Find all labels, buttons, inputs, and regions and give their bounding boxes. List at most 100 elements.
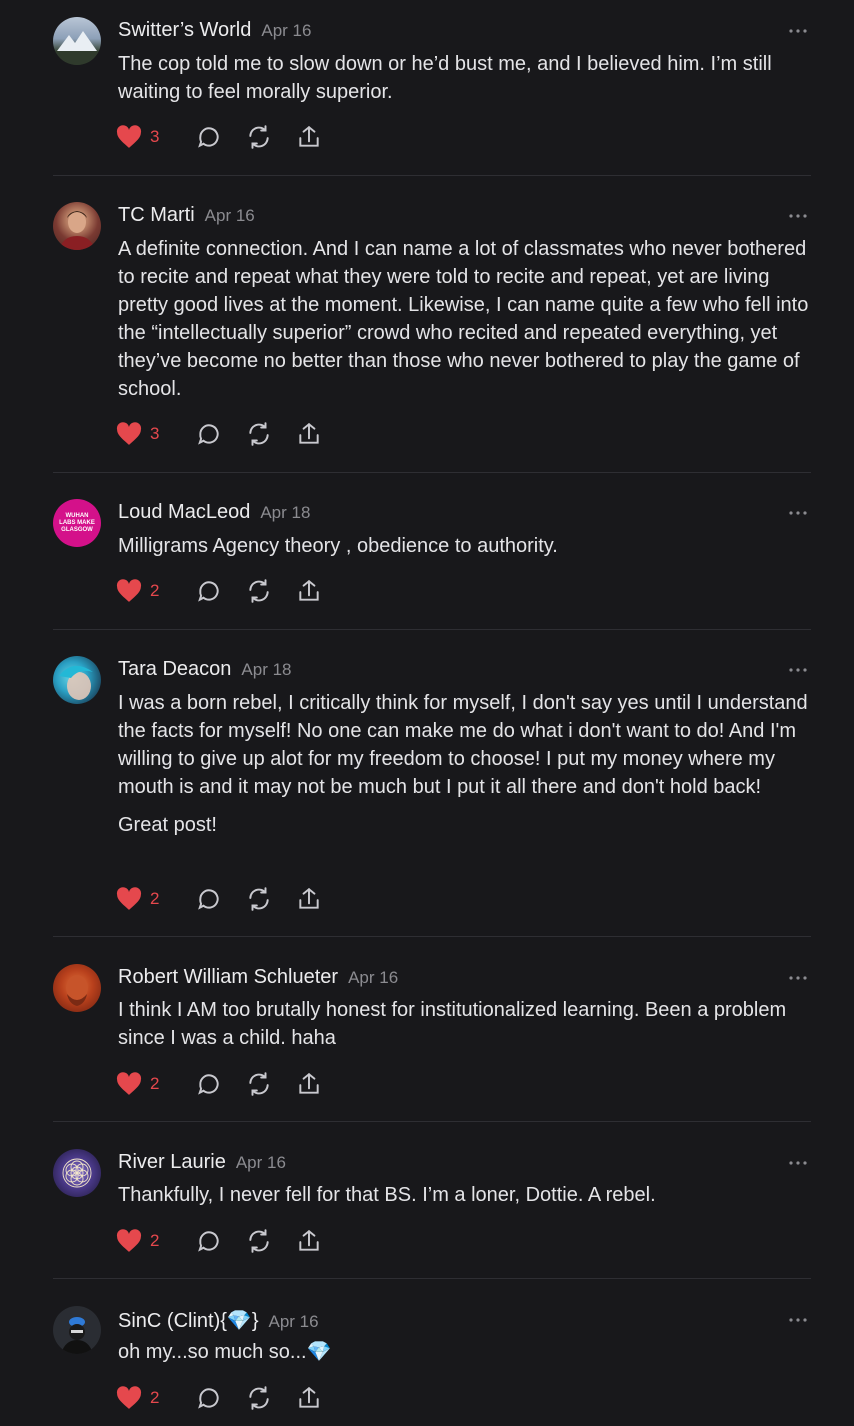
divider bbox=[53, 1121, 811, 1122]
more-icon[interactable] bbox=[788, 660, 808, 680]
author-name[interactable]: TC Marti Apr 16 bbox=[118, 204, 255, 227]
comment-body: Milligrams Agency theory , obedience to … bbox=[118, 532, 812, 570]
heart-icon[interactable] bbox=[116, 1072, 142, 1096]
comment-body: A definite connection. And I can name a … bbox=[118, 235, 812, 413]
comment-body: I think I AM too brutally honest for ins… bbox=[118, 996, 812, 1062]
heart-icon[interactable] bbox=[116, 125, 142, 149]
more-icon[interactable] bbox=[788, 206, 808, 226]
comment-text: Thankfully, I never fell for that BS. I’… bbox=[118, 1184, 656, 1206]
comment-body: I was a born rebel, I critically think f… bbox=[118, 689, 812, 849]
share-icon[interactable] bbox=[296, 124, 322, 150]
more-icon[interactable] bbox=[788, 1153, 808, 1173]
like-count: 2 bbox=[150, 889, 160, 908]
author-name[interactable]: Loud MacLeod Apr 18 bbox=[118, 501, 310, 524]
avatar[interactable] bbox=[53, 964, 101, 1012]
restack-icon[interactable] bbox=[246, 1385, 272, 1411]
like-button[interactable]: 2 bbox=[116, 1386, 196, 1410]
comment-date[interactable]: Apr 16 bbox=[269, 1312, 319, 1331]
comment-actions: 2 bbox=[116, 1227, 346, 1255]
restack-icon[interactable] bbox=[246, 886, 272, 912]
comment-text: A definite connection. And I can name a … bbox=[118, 238, 809, 400]
like-button[interactable]: 3 bbox=[116, 125, 196, 149]
comment-icon[interactable] bbox=[196, 886, 222, 912]
comment-actions: 2 bbox=[116, 1384, 346, 1412]
more-icon[interactable] bbox=[788, 21, 808, 41]
comment-text: The cop told me to slow down or he’d bus… bbox=[118, 53, 772, 103]
avatar[interactable] bbox=[53, 1306, 101, 1354]
comment-date[interactable]: Apr 16 bbox=[205, 206, 255, 225]
more-icon[interactable] bbox=[788, 968, 808, 988]
divider bbox=[53, 629, 811, 630]
divider bbox=[53, 936, 811, 937]
avatar[interactable] bbox=[53, 17, 101, 65]
avatar[interactable] bbox=[53, 1149, 101, 1197]
comment-date[interactable]: Apr 18 bbox=[241, 660, 291, 679]
like-button[interactable]: 2 bbox=[116, 1072, 196, 1096]
like-count: 3 bbox=[150, 424, 160, 443]
restack-icon[interactable] bbox=[246, 1228, 272, 1254]
author-name-text[interactable]: River Laurie bbox=[118, 1151, 226, 1173]
comment-actions: 3 bbox=[116, 420, 346, 448]
like-button[interactable]: 3 bbox=[116, 422, 196, 446]
restack-icon[interactable] bbox=[246, 421, 272, 447]
author-name-text[interactable]: TC Marti bbox=[118, 204, 195, 226]
comment-text: I was a born rebel, I critically think f… bbox=[118, 692, 808, 798]
comment-icon[interactable] bbox=[196, 1228, 222, 1254]
heart-icon[interactable] bbox=[116, 887, 142, 911]
author-name[interactable]: Robert William Schlueter Apr 16 bbox=[118, 966, 398, 989]
share-icon[interactable] bbox=[296, 421, 322, 447]
comment-text: Milligrams Agency theory , obedience to … bbox=[118, 535, 558, 557]
more-icon[interactable] bbox=[788, 503, 808, 523]
comment-icon[interactable] bbox=[196, 578, 222, 604]
share-icon[interactable] bbox=[296, 886, 322, 912]
share-icon[interactable] bbox=[296, 578, 322, 604]
like-count: 2 bbox=[150, 1388, 160, 1407]
author-name[interactable]: Tara Deacon Apr 18 bbox=[118, 658, 292, 681]
comment-icon[interactable] bbox=[196, 124, 222, 150]
author-name[interactable]: River Laurie Apr 16 bbox=[118, 1151, 286, 1174]
author-name-text[interactable]: Tara Deacon bbox=[118, 658, 231, 680]
avatar[interactable]: WUHAN LABS MAKE GLASGOW bbox=[53, 499, 101, 547]
like-button[interactable]: 2 bbox=[116, 1229, 196, 1253]
comment-date[interactable]: Apr 16 bbox=[261, 21, 311, 40]
author-name[interactable]: Switter’s World Apr 16 bbox=[118, 19, 311, 42]
author-name-text[interactable]: SinC (Clint){💎} bbox=[118, 1310, 259, 1332]
restack-icon[interactable] bbox=[246, 124, 272, 150]
comment-body: oh my...so much so...💎 bbox=[118, 1338, 812, 1376]
restack-icon[interactable] bbox=[246, 578, 272, 604]
comment-icon[interactable] bbox=[196, 421, 222, 447]
comment-body: Thankfully, I never fell for that BS. I’… bbox=[118, 1181, 812, 1219]
like-count: 2 bbox=[150, 1231, 160, 1250]
like-count: 2 bbox=[150, 1074, 160, 1093]
share-icon[interactable] bbox=[296, 1385, 322, 1411]
more-icon[interactable] bbox=[788, 1310, 808, 1330]
comment-text: oh my...so much so...💎 bbox=[118, 1341, 332, 1363]
heart-icon[interactable] bbox=[116, 422, 142, 446]
avatar[interactable] bbox=[53, 656, 101, 704]
heart-icon[interactable] bbox=[116, 579, 142, 603]
restack-icon[interactable] bbox=[246, 1071, 272, 1097]
avatar[interactable] bbox=[53, 202, 101, 250]
comment-date[interactable]: Apr 16 bbox=[236, 1153, 286, 1172]
comment-icon[interactable] bbox=[196, 1071, 222, 1097]
share-icon[interactable] bbox=[296, 1228, 322, 1254]
comment-date[interactable]: Apr 16 bbox=[348, 968, 398, 987]
like-button[interactable]: 2 bbox=[116, 579, 196, 603]
comment-actions: 2 bbox=[116, 577, 346, 605]
comment-text: Great post! bbox=[118, 814, 217, 836]
comment-actions: 2 bbox=[116, 885, 346, 913]
comment-icon[interactable] bbox=[196, 1385, 222, 1411]
comment-text: I think I AM too brutally honest for ins… bbox=[118, 999, 787, 1049]
comment-date[interactable]: Apr 18 bbox=[260, 503, 310, 522]
avatar-logo-text: WUHAN LABS MAKE GLASGOW bbox=[59, 512, 95, 533]
author-name-text[interactable]: Robert William Schlueter bbox=[118, 966, 338, 988]
divider bbox=[53, 1278, 811, 1279]
author-name-text[interactable]: Switter’s World bbox=[118, 19, 251, 41]
divider bbox=[53, 472, 811, 473]
like-button[interactable]: 2 bbox=[116, 887, 196, 911]
share-icon[interactable] bbox=[296, 1071, 322, 1097]
heart-icon[interactable] bbox=[116, 1386, 142, 1410]
author-name[interactable]: SinC (Clint){💎} Apr 16 bbox=[118, 1308, 319, 1333]
heart-icon[interactable] bbox=[116, 1229, 142, 1253]
author-name-text[interactable]: Loud MacLeod bbox=[118, 501, 250, 523]
